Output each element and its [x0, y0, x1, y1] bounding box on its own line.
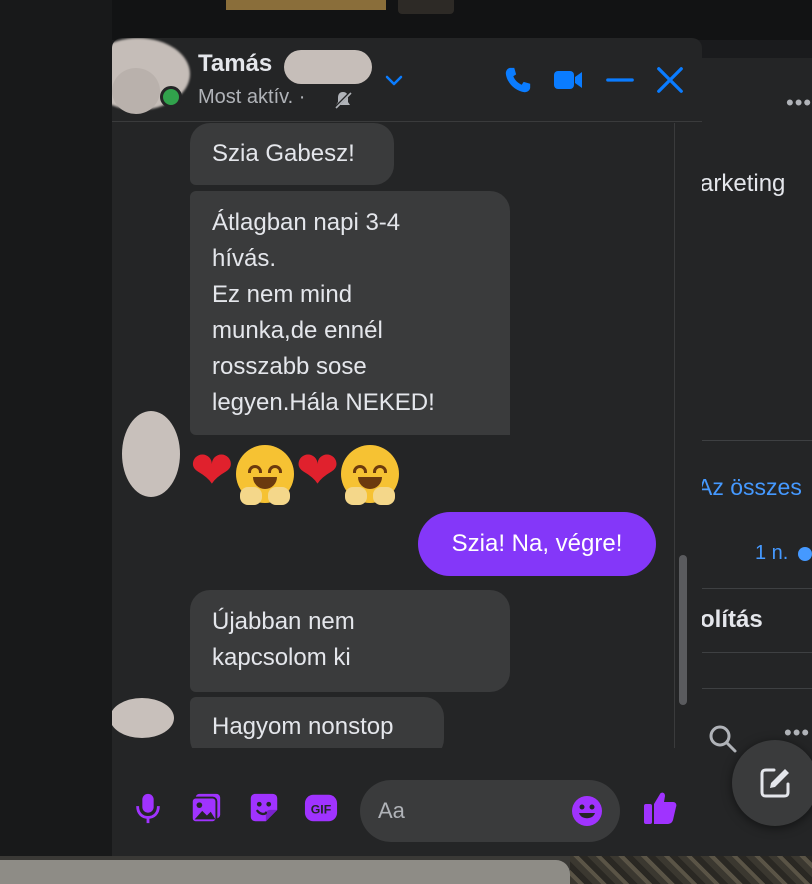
avatar-redaction: [112, 68, 160, 114]
own-message-bubble[interactable]: Szia! Na, végre!: [418, 512, 656, 576]
panel-text-marketing: arketing: [700, 170, 786, 197]
compose-icon: [760, 768, 790, 798]
message-list[interactable]: Szia Gabesz! Átlagban napi 3-4 hívás. Ez…: [112, 123, 702, 748]
background-banner: [226, 0, 386, 10]
contact-status: Most aktív. ·: [198, 86, 306, 108]
mute-icon: [333, 90, 353, 110]
message-bubble[interactable]: Újabban nem kapcsolom ki: [190, 590, 510, 692]
avatar: [112, 698, 174, 738]
more-icon[interactable]: •••: [786, 90, 812, 116]
notification-time: 1 n.: [755, 542, 789, 564]
emoji-icon[interactable]: [570, 794, 604, 828]
message-bubble[interactable]: Átlagban napi 3-4 hívás. Ez nem mind mun…: [190, 191, 510, 435]
chat-window: Tamás Most aktív. · Szia Gabesz! Átlagba…: [112, 38, 702, 856]
see-all-link[interactable]: Az összes: [697, 474, 802, 501]
background-bottom-window: [0, 860, 570, 884]
video-icon[interactable]: [552, 64, 584, 96]
new-message-button[interactable]: [732, 740, 812, 826]
scrollbar-thumb[interactable]: [679, 555, 687, 705]
message-bubble[interactable]: Hagyom nonstop: [190, 697, 444, 748]
minimize-icon[interactable]: [604, 64, 636, 96]
photo-icon[interactable]: [188, 790, 224, 826]
search-icon[interactable]: [708, 724, 738, 754]
emoji-message[interactable]: ❤ ❤: [190, 439, 401, 505]
name-redaction: [284, 50, 372, 84]
divider: [700, 588, 812, 589]
heart-emoji-icon: ❤: [295, 441, 340, 501]
chat-header[interactable]: Tamás Most aktív. ·: [112, 38, 702, 122]
sticker-icon[interactable]: [246, 790, 282, 826]
gif-label: GIF: [311, 803, 332, 817]
composer: GIF Aa: [112, 748, 702, 856]
hugging-face-emoji-icon: [235, 445, 294, 505]
phone-icon[interactable]: [502, 64, 534, 96]
microphone-icon[interactable]: [130, 790, 166, 826]
close-icon[interactable]: [654, 64, 686, 96]
gif-icon[interactable]: GIF: [303, 790, 339, 826]
message-bubble[interactable]: Szia Gabesz!: [190, 123, 394, 185]
chevron-down-icon[interactable]: [382, 68, 406, 92]
thumbs-up-icon[interactable]: [642, 790, 678, 826]
divider: [700, 688, 812, 689]
online-status-dot: [160, 86, 182, 108]
divider: [700, 440, 812, 441]
hugging-face-emoji-icon: [341, 445, 400, 505]
message-input-placeholder: Aa: [378, 798, 405, 823]
unread-dot: [798, 547, 812, 561]
avatar: [122, 411, 180, 497]
heart-emoji-icon: ❤: [190, 441, 234, 501]
background-top: [112, 0, 812, 40]
message-input[interactable]: Aa: [360, 780, 620, 842]
background-badge: [398, 0, 454, 14]
background-bottom-image: [570, 856, 812, 884]
contact-name[interactable]: Tamás: [198, 50, 272, 78]
background-left: [0, 0, 112, 884]
divider: [700, 652, 812, 653]
panel-text-olitas: olítás: [700, 606, 763, 633]
